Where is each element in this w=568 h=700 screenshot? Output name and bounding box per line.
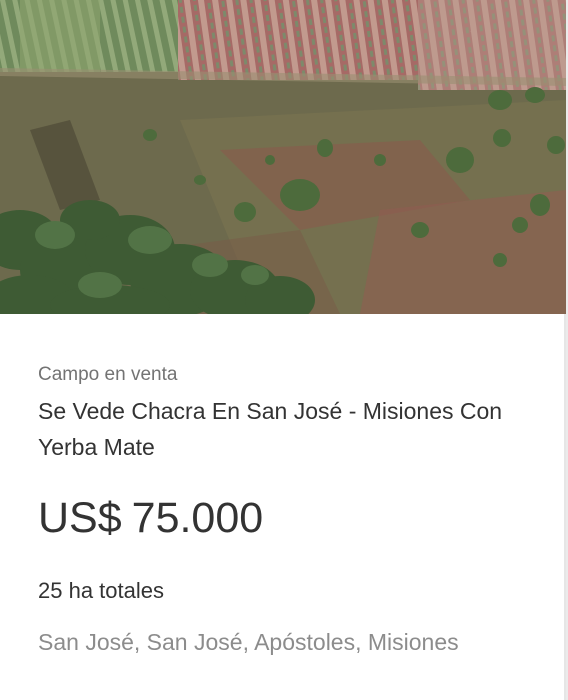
listing-photo[interactable] [0, 0, 566, 314]
listing-area: 25 ha totales [38, 578, 164, 603]
price-currency: US$ [38, 494, 122, 542]
listing-price: US$ 75.000 [38, 488, 263, 548]
listing-title[interactable]: Se Vede Chacra En San José - Misiones Co… [38, 393, 538, 465]
listing-category: Campo en venta [38, 364, 178, 385]
listing-location: San José, San José, Apóstoles, Misiones [38, 629, 459, 655]
price-amount: 75.000 [131, 494, 264, 542]
aerial-farm-image [0, 0, 566, 314]
listing-card[interactable]: Campo en venta Se Vede Chacra En San Jos… [0, 0, 566, 700]
